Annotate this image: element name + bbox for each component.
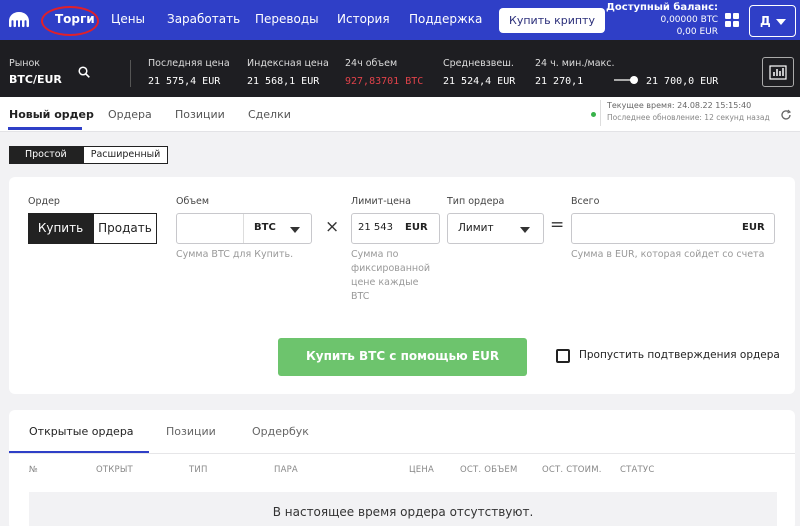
- nav-transfers[interactable]: Переводы: [255, 12, 319, 26]
- col-price: ЦЕНА: [409, 465, 434, 475]
- balance-eur: 0,00 EUR: [676, 27, 718, 37]
- skip-confirm-label[interactable]: Пропустить подтверждения ордера: [579, 349, 780, 361]
- nav-support[interactable]: Поддержка: [409, 12, 482, 26]
- last-price-value: 21 575,4 EUR: [148, 76, 221, 87]
- current-time: Текущее время: 24.08.22 15:15:40: [607, 101, 752, 110]
- vwap-value: 21 524,4 EUR: [443, 76, 516, 87]
- index-price-label: Индексная цена: [247, 58, 329, 69]
- search-icon[interactable]: [78, 66, 90, 78]
- total-unit: EUR: [742, 222, 765, 233]
- market-label: Рынок: [9, 58, 40, 69]
- sell-side-button[interactable]: Продать: [93, 213, 157, 244]
- volume-label: Объем: [176, 196, 210, 207]
- divider: [9, 453, 795, 454]
- volume-24h-label: 24ч объем: [345, 58, 398, 69]
- active-tab-underline: [8, 127, 82, 130]
- order-type-value: Лимит: [458, 222, 494, 234]
- limit-price-value: 21 543: [358, 222, 393, 233]
- buy-crypto-button[interactable]: Купить крипту: [499, 8, 605, 33]
- limit-hint-line: фиксированной: [351, 263, 431, 274]
- order-tabs: Новый ордер Ордера Позиции Сделки Текуще…: [0, 97, 800, 132]
- orders-panel: Открытые ордера Позиции Ордербук № ОТКРЫ…: [9, 410, 795, 526]
- top-nav: Торги Цены Заработать Переводы История П…: [0, 0, 800, 40]
- tab-orders[interactable]: Ордера: [108, 108, 152, 121]
- volume-unit-select[interactable]: BTC: [254, 222, 276, 233]
- kraken-logo-icon[interactable]: [8, 11, 30, 29]
- chart-icon: [769, 65, 787, 80]
- nav-history[interactable]: История: [337, 12, 390, 26]
- volume-24h-value: 927,83701 BTC: [345, 76, 424, 87]
- divider: [130, 60, 131, 87]
- limit-price-unit: EUR: [405, 222, 428, 233]
- mode-simple-button[interactable]: Простой: [9, 146, 83, 164]
- total-hint: Сумма в EUR, которая сойдет со счета: [571, 249, 765, 260]
- balance-title: Доступный баланс:: [605, 2, 718, 13]
- col-status: СТАТУС: [620, 465, 655, 475]
- range-24h-label: 24 ч. мин./макс.: [535, 58, 615, 69]
- time-info: Текущее время: 24.08.22 15:15:40 Последн…: [600, 100, 770, 126]
- index-price-value: 21 568,1 EUR: [247, 76, 320, 87]
- limit-hint-line: BTC: [351, 291, 370, 302]
- limit-price-hint: Сумма по фиксированной цене каждые BTC: [351, 248, 430, 304]
- chart-toggle-button[interactable]: [762, 57, 794, 87]
- active-tab-underline: [9, 451, 149, 453]
- vwap-label: Средневзвеш.: [443, 58, 514, 69]
- tab-open-orders[interactable]: Открытые ордера: [29, 425, 134, 438]
- nav-earn[interactable]: Заработать: [167, 12, 240, 26]
- total-label: Всего: [571, 196, 600, 207]
- limit-price-label: Лимит-цена: [351, 196, 411, 207]
- range-24h-max: 21 700,0 EUR: [646, 76, 719, 87]
- mode-advanced-button[interactable]: Расширенный: [82, 146, 169, 164]
- multiply-icon: ×: [325, 217, 340, 237]
- market-pair-selector[interactable]: BTC/EUR: [9, 73, 62, 86]
- order-type-label: Тип ордера: [447, 196, 505, 207]
- volume-input[interactable]: BTC: [176, 213, 312, 244]
- buy-side-button[interactable]: Купить: [28, 213, 93, 244]
- nav-prices[interactable]: Цены: [111, 12, 145, 26]
- limit-price-input[interactable]: 21 543 EUR: [351, 213, 440, 244]
- order-side-label: Ордер: [28, 196, 60, 207]
- limit-hint-line: цене каждые: [351, 277, 419, 288]
- last-price-label: Последняя цена: [148, 58, 230, 69]
- tab-new-order[interactable]: Новый ордер: [9, 108, 94, 121]
- col-remaining-volume: ОСТ. ОБЪЕМ: [460, 465, 518, 475]
- submit-buy-button[interactable]: Купить BTC с помощью EUR: [278, 338, 527, 376]
- chevron-down-icon: [290, 227, 300, 233]
- empty-orders-state: В настоящее время ордера отсутствуют.: [29, 492, 777, 526]
- order-mode-toggle: Простой Расширенный: [9, 146, 169, 164]
- chevron-down-icon: [776, 19, 786, 25]
- chevron-down-icon: [520, 227, 530, 233]
- col-remaining-cost: ОСТ. СТОИМ.: [542, 465, 602, 475]
- available-balance: Доступный баланс: 0,00000 BTC 0,00 EUR: [606, 2, 718, 38]
- last-update: Последнее обновление: 12 секунд назад: [607, 113, 770, 122]
- col-type: ТИП: [189, 465, 208, 475]
- user-menu-button[interactable]: Д: [749, 5, 796, 37]
- empty-orders-message: В настоящее время ордера отсутствуют.: [272, 505, 534, 519]
- range-24h-min: 21 270,1: [535, 76, 584, 87]
- range-indicator: [630, 76, 638, 84]
- tab-trades[interactable]: Сделки: [248, 108, 291, 121]
- volume-hint: Сумма BTC для Купить.: [176, 249, 294, 260]
- col-pair: ПАРА: [274, 465, 298, 475]
- order-type-select[interactable]: Лимит: [447, 213, 544, 244]
- connection-status-dot: [591, 112, 596, 117]
- highlight-circle: [41, 6, 99, 36]
- balance-btc: 0,00000 BTC: [660, 15, 718, 25]
- limit-hint-line: Сумма по: [351, 249, 399, 260]
- col-number: №: [29, 465, 39, 475]
- user-initial: Д: [760, 14, 771, 28]
- total-input[interactable]: EUR: [571, 213, 775, 244]
- tab-positions[interactable]: Позиции: [175, 108, 225, 121]
- order-form-panel: Ордер Купить Продать Объем BTC Сумма BTC…: [9, 177, 795, 394]
- col-opened: ОТКРЫТ: [96, 465, 133, 475]
- tab-orderbook[interactable]: Ордербук: [252, 425, 309, 438]
- order-side-toggle: Купить Продать: [28, 213, 157, 244]
- refresh-icon[interactable]: [780, 109, 792, 121]
- tab-bottom-positions[interactable]: Позиции: [166, 425, 216, 438]
- equals-icon: =: [550, 215, 565, 235]
- apps-grid-icon[interactable]: [725, 13, 739, 27]
- skip-confirm-checkbox[interactable]: [556, 349, 570, 363]
- market-bar: Рынок BTC/EUR Последняя цена 21 575,4 EU…: [0, 40, 800, 97]
